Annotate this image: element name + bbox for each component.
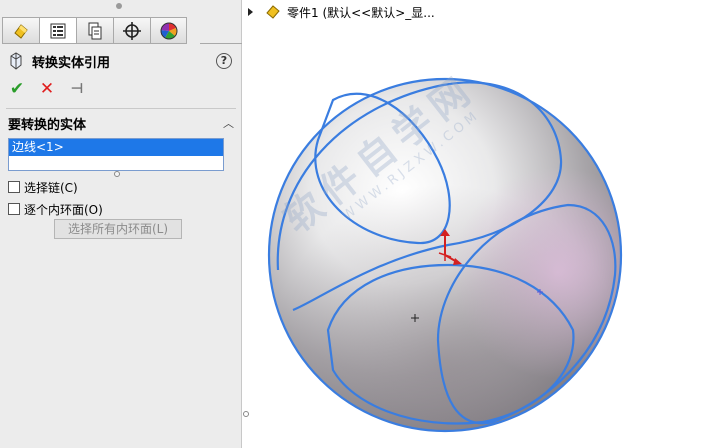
part-icon [266, 5, 280, 19]
feature-tree-root[interactable]: 零件1 (默认<<默认>_显... [248, 4, 435, 20]
action-buttons: ✔ ✕ ⊣ [8, 78, 86, 100]
expand-arrow-icon[interactable] [248, 8, 253, 16]
entities-selection-list[interactable]: 边线<1> [8, 138, 224, 171]
dimxpert-manager-tab[interactable] [113, 17, 150, 44]
configuration-manager-tab[interactable] [76, 17, 113, 44]
ok-button[interactable]: ✔ [8, 79, 26, 99]
inner-loops-checkbox[interactable] [8, 203, 20, 215]
crosshair-icon [123, 21, 141, 40]
panel-resize-handle[interactable] [116, 3, 122, 9]
display-manager-tab[interactable] [150, 17, 187, 44]
select-chain-option[interactable]: 选择链(C) [8, 179, 78, 195]
select-chain-checkbox[interactable] [8, 181, 20, 193]
help-icon[interactable]: ? [216, 53, 232, 69]
property-manager-panel: 转换实体引用 ? ✔ ✕ ⊣ 要转换的实体 ︿ 边线<1> 选择链(C) 逐个内… [0, 0, 242, 448]
inner-loops-option[interactable]: 逐个内环面(O) [8, 201, 103, 217]
feature-manager-tab[interactable] [2, 17, 39, 44]
convert-entities-icon [10, 52, 22, 70]
list-item[interactable]: 边线<1> [9, 139, 223, 156]
manager-tabs [2, 17, 187, 44]
tree-root-label: 零件1 (默认<<默认>_显... [287, 5, 435, 20]
select-all-inner-loops-button[interactable]: 选择所有内环面(L) [54, 219, 182, 239]
property-manager-header: 转换实体引用 ? [8, 51, 234, 71]
list-resize-handle[interactable] [114, 171, 120, 177]
page-title: 转换实体引用 [32, 55, 111, 71]
tab-strip-line [200, 43, 242, 44]
cancel-button[interactable]: ✕ [38, 79, 56, 99]
group-title: 要转换的实体 [8, 117, 87, 133]
model-view[interactable] [243, 0, 715, 448]
select-chain-label: 选择链(C) [24, 180, 78, 195]
inner-loops-label: 逐个内环面(O) [24, 202, 103, 217]
color-wheel-icon [160, 22, 177, 39]
group-divider [6, 108, 236, 109]
property-manager-icon [50, 23, 66, 38]
pin-button[interactable]: ⊣ [68, 80, 86, 98]
group-header[interactable]: 要转换的实体 ︿ [8, 114, 236, 133]
configuration-manager-icon [88, 22, 102, 39]
feature-manager-icon [14, 23, 28, 39]
chevron-up-icon[interactable]: ︿ [223, 115, 234, 131]
property-manager-tab[interactable] [39, 17, 76, 44]
